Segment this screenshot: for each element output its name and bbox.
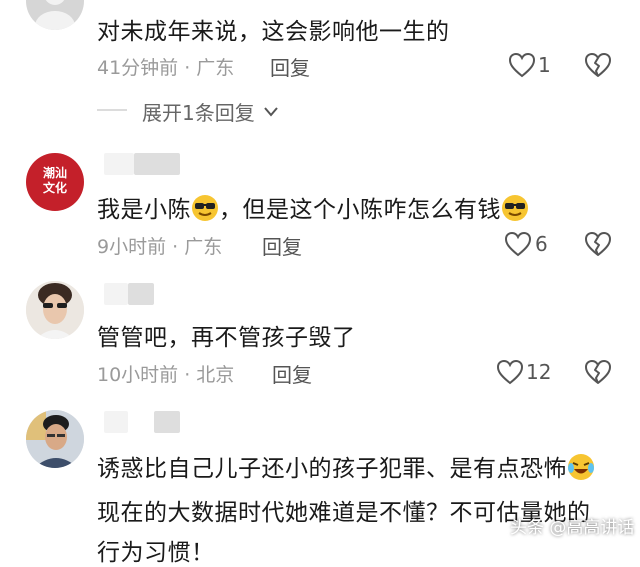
comment-time-location: 9小时前 · 广东 <box>97 236 223 258</box>
user-silhouette-icon <box>35 0 75 30</box>
username-blurred <box>134 153 180 175</box>
username-blurred <box>104 283 128 305</box>
avatar-logo-text: 潮汕 文化 <box>42 166 67 195</box>
reply-button[interactable]: 回复 <box>262 231 302 260</box>
avatar[interactable] <box>26 0 84 30</box>
reply-button[interactable]: 回复 <box>270 52 310 81</box>
username-blurred <box>104 411 128 433</box>
user-photo <box>26 281 84 339</box>
reply-button[interactable]: 回复 <box>272 359 312 388</box>
like-count: 6 <box>535 232 548 256</box>
chevron-down-icon <box>264 107 278 117</box>
laughing-tears-emoji-icon <box>568 454 594 480</box>
cool-sunglasses-emoji-icon <box>502 195 528 221</box>
comment-time-location: 10小时前 · 北京 <box>97 364 235 386</box>
like-count: 12 <box>526 360 552 384</box>
username-blurred <box>128 283 154 305</box>
comment-text: 我是小陈 ，但是这个小陈咋怎么有钱 <box>97 190 529 224</box>
reply-divider <box>97 109 127 111</box>
like-heart-icon[interactable] <box>508 52 536 78</box>
comment-text: 管管吧，再不管孩子毁了 <box>97 325 356 351</box>
watermark: 头条 @高高讲话 <box>510 518 635 538</box>
comment-text: 对未成年来说，这会影响他一生的 <box>97 19 450 45</box>
comment-time-location: 41分钟前 · 广东 <box>97 57 235 79</box>
username-blurred <box>154 411 180 433</box>
like-heart-icon[interactable] <box>504 231 532 257</box>
username-blurred <box>104 153 134 175</box>
cool-sunglasses-emoji-icon <box>192 195 218 221</box>
dislike-broken-heart-icon[interactable] <box>584 52 612 78</box>
avatar[interactable] <box>26 281 84 339</box>
user-photo <box>26 410 84 468</box>
avatar[interactable] <box>26 410 84 468</box>
dislike-broken-heart-icon[interactable] <box>584 231 612 257</box>
expand-replies-button[interactable]: 展开1条回复 <box>142 97 279 126</box>
avatar[interactable]: 潮汕 文化 <box>26 153 84 211</box>
dislike-broken-heart-icon[interactable] <box>584 359 612 385</box>
like-heart-icon[interactable] <box>496 359 524 385</box>
expand-replies-label: 展开1条回复 <box>142 101 255 125</box>
comment-text: 诱惑比自己儿子还小的孩子犯罪、是有点恐怖 <box>97 449 595 483</box>
like-count: 1 <box>538 53 551 77</box>
comment-text-line: 行为习惯！ <box>97 540 215 566</box>
